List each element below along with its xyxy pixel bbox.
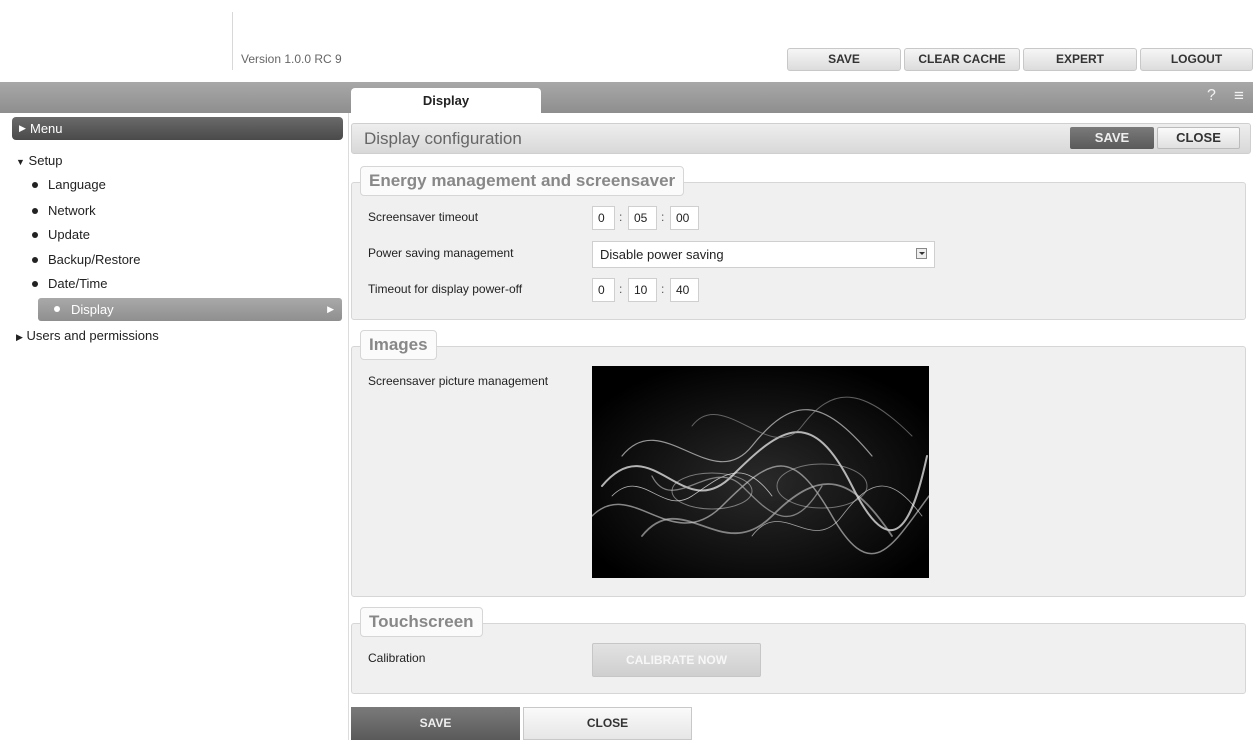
- bullet-icon: [32, 182, 38, 188]
- page-title: Display configuration: [364, 129, 522, 148]
- tree-node-users-permissions[interactable]: ▶ Users and permissions: [16, 328, 159, 343]
- time-colon: :: [661, 210, 665, 224]
- touchscreen-fieldset: Touchscreen Calibration CALIBRATE NOW: [351, 607, 1246, 694]
- tab-display[interactable]: Display: [351, 88, 541, 113]
- header-close-button[interactable]: CLOSE: [1157, 127, 1240, 149]
- sidebar-item-language[interactable]: Language: [32, 177, 106, 192]
- power-saving-value: Disable power saving: [600, 247, 724, 262]
- main-content: Display configuration SAVE CLOSE Energy …: [351, 113, 1253, 740]
- sidebar-item-label: Backup/Restore: [48, 252, 141, 267]
- help-icon[interactable]: ?: [1207, 87, 1216, 105]
- screensaver-timeout-label: Screensaver timeout: [368, 210, 479, 224]
- screensaver-seconds-input[interactable]: 00: [670, 206, 699, 230]
- config-header: Display configuration SAVE CLOSE: [351, 123, 1251, 154]
- dropdown-arrow-icon[interactable]: [916, 248, 927, 259]
- sidebar-item-network[interactable]: Network: [32, 203, 96, 218]
- triangle-right-icon: ▶: [327, 304, 334, 314]
- triangle-right-icon: ▶: [19, 123, 26, 133]
- menu-header[interactable]: ▶ Menu: [12, 117, 343, 140]
- poweroff-seconds-input[interactable]: 40: [670, 278, 699, 302]
- calibrate-now-button[interactable]: CALIBRATE NOW: [592, 643, 761, 677]
- screensaver-hours-input[interactable]: 0: [592, 206, 615, 230]
- tab-bar: Display ? ≡: [0, 82, 1253, 113]
- images-fieldset: Images Screensaver picture management: [351, 330, 1246, 597]
- power-saving-select[interactable]: Disable power saving: [592, 241, 935, 268]
- header-save-button[interactable]: SAVE: [1070, 127, 1154, 149]
- screensaver-minutes-input[interactable]: 05: [628, 206, 657, 230]
- bullet-icon: [32, 281, 38, 287]
- images-legend: Images: [360, 330, 437, 360]
- top-save-button[interactable]: SAVE: [787, 48, 901, 71]
- logout-button[interactable]: LOGOUT: [1140, 48, 1253, 71]
- bullet-icon: [32, 232, 38, 238]
- expert-button[interactable]: EXPERT: [1023, 48, 1137, 71]
- smoke-image-graphic: [592, 366, 929, 578]
- time-colon: :: [619, 210, 623, 224]
- energy-fieldset: Energy management and screensaver Screen…: [351, 166, 1246, 320]
- sidebar: ▶ Menu ▼ Setup Language Network Update B…: [0, 113, 349, 740]
- sidebar-item-label: Update: [48, 227, 90, 242]
- time-colon: :: [619, 282, 623, 296]
- sidebar-item-backup-restore[interactable]: Backup/Restore: [32, 252, 141, 267]
- bottom-close-button[interactable]: CLOSE: [523, 707, 692, 740]
- sidebar-item-label: Network: [48, 203, 96, 218]
- touchscreen-legend: Touchscreen: [360, 607, 483, 637]
- setup-label: Setup: [28, 153, 63, 168]
- version-label: Version 1.0.0 RC 9: [241, 52, 342, 66]
- bullet-icon: [32, 257, 38, 263]
- sidebar-item-label: Date/Time: [48, 276, 108, 291]
- sidebar-item-label: Language: [48, 177, 106, 192]
- screensaver-image[interactable]: [592, 366, 929, 578]
- sidebar-item-label: Display: [71, 302, 114, 317]
- header-separator: [232, 12, 233, 70]
- bullet-icon: [32, 208, 38, 214]
- calibration-label: Calibration: [368, 651, 426, 665]
- users-label: Users and permissions: [26, 328, 159, 343]
- menu-label: Menu: [30, 121, 63, 136]
- triangle-right-icon: ▶: [16, 332, 23, 342]
- bullet-icon: [54, 306, 60, 312]
- poweroff-hours-input[interactable]: 0: [592, 278, 615, 302]
- screensaver-picture-label: Screensaver picture management: [368, 374, 549, 388]
- top-header: Version 1.0.0 RC 9 SAVE CLEAR CACHE EXPE…: [0, 0, 1253, 82]
- sidebar-item-display[interactable]: Display ▶: [38, 298, 342, 321]
- sidebar-item-date-time[interactable]: Date/Time: [32, 276, 108, 291]
- sidebar-item-update[interactable]: Update: [32, 227, 90, 242]
- bottom-save-button[interactable]: SAVE: [351, 707, 520, 740]
- power-saving-label: Power saving management: [368, 246, 514, 260]
- poweroff-minutes-input[interactable]: 10: [628, 278, 657, 302]
- energy-legend: Energy management and screensaver: [360, 166, 685, 196]
- time-colon: :: [661, 282, 665, 296]
- triangle-down-icon: ▼: [16, 157, 25, 167]
- clear-cache-button[interactable]: CLEAR CACHE: [904, 48, 1020, 71]
- tree-node-setup[interactable]: ▼ Setup: [16, 153, 63, 168]
- hamburger-menu-icon[interactable]: ≡: [1234, 86, 1244, 106]
- poweroff-timeout-label: Timeout for display power-off: [368, 282, 523, 296]
